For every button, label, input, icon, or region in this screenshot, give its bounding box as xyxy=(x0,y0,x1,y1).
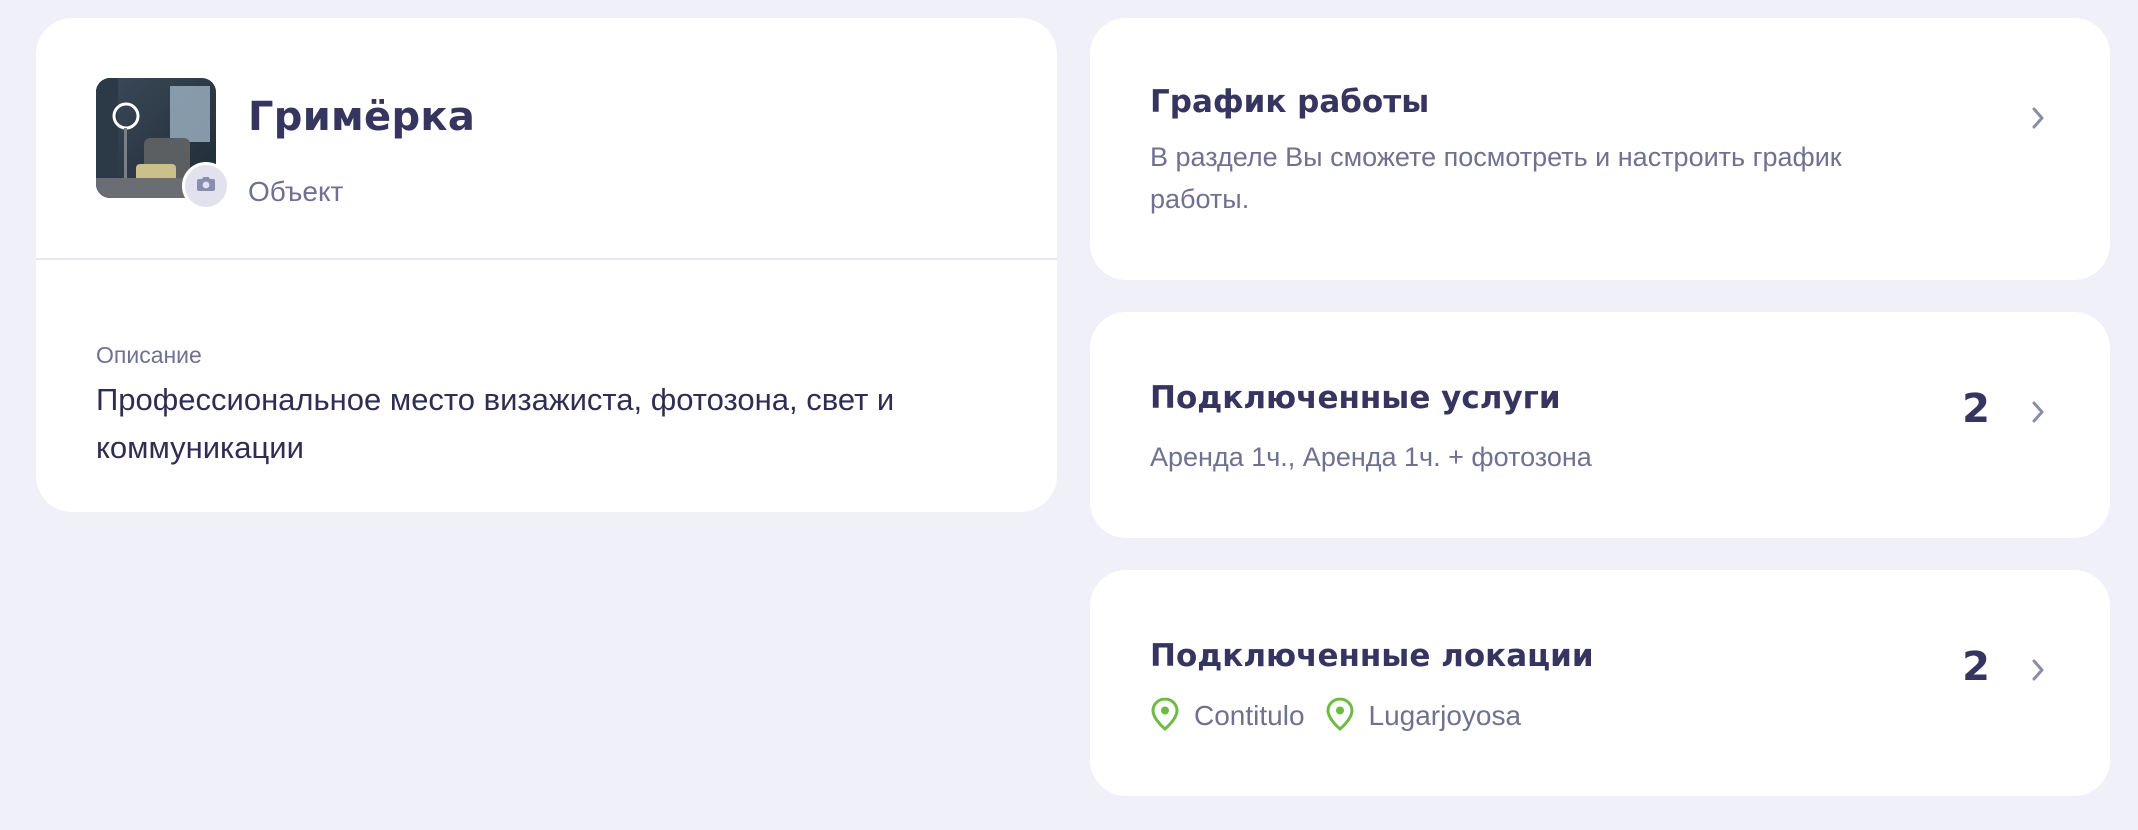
description-text: Профессиональное место визажиста, фотозо… xyxy=(96,382,895,465)
object-photo[interactable] xyxy=(96,78,230,210)
object-title: Гримёрка xyxy=(248,94,476,140)
object-type: Объект xyxy=(248,176,344,207)
schedule-title: График работы xyxy=(1150,84,1430,120)
location-pin-icon xyxy=(1325,696,1355,736)
object-card: Гримёрка Объект Описание Профессионально… xyxy=(36,18,1057,512)
location-item: Contitulo xyxy=(1150,696,1305,736)
locations-list: Contitulo Lugarjoyosa xyxy=(1150,696,1541,736)
locations-title: Подключенные локации xyxy=(1150,638,1594,674)
camera-icon xyxy=(196,176,216,197)
change-photo-button[interactable] xyxy=(182,162,230,210)
locations-count: 2 xyxy=(1962,644,1990,690)
services-subtitle: Аренда 1ч., Аренда 1ч. + фотозона xyxy=(1150,442,1592,472)
location-item: Lugarjoyosa xyxy=(1325,696,1522,736)
location-pin-icon xyxy=(1150,696,1180,736)
location-name: Lugarjoyosa xyxy=(1368,700,1522,731)
services-count: 2 xyxy=(1962,386,1990,432)
object-header: Гримёрка Объект xyxy=(36,18,1057,260)
location-name: Contitulo xyxy=(1194,700,1305,731)
chevron-right-icon xyxy=(2026,106,2050,130)
chevron-right-icon xyxy=(2026,658,2050,682)
services-title: Подключенные услуги xyxy=(1150,380,1561,416)
chevron-right-icon xyxy=(2026,400,2050,424)
description-label: Описание xyxy=(96,342,202,368)
schedule-subtitle: В разделе Вы сможете посмотреть и настро… xyxy=(1150,142,1842,214)
locations-card[interactable]: Подключенные локации 2 Contitulo Lugarjo… xyxy=(1090,570,2110,796)
schedule-card[interactable]: График работы В разделе Вы сможете посмо… xyxy=(1090,18,2110,280)
services-card[interactable]: Подключенные услуги 2 Аренда 1ч., Аренда… xyxy=(1090,312,2110,538)
